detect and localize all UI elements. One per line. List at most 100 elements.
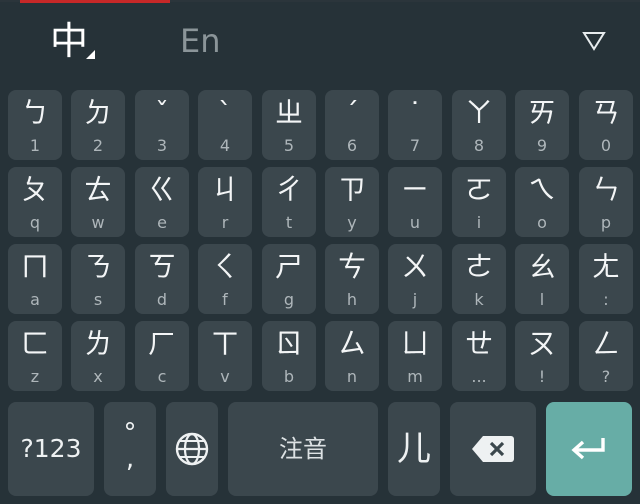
symbols-key[interactable]: ?123 [8,402,94,496]
zhuyin-key[interactable]: ㄎd [135,244,189,314]
zhuyin-key[interactable]: ㄤ: [579,244,633,314]
zhuyin-key[interactable]: ㄟo [515,167,569,237]
zhuyin-key[interactable]: ㄕg [262,244,316,314]
zhuyin-key[interactable]: ㄍe [135,167,189,237]
zhuyin-key[interactable]: ㄝ... [452,321,506,391]
key-main-label: ㄘ [337,250,366,283]
zhuyin-key[interactable]: ㄨj [388,244,442,314]
key-sub-label: x [93,367,103,386]
key-sub-label: p [600,213,612,232]
key-sub-label: l [539,290,545,309]
zhuyin-key[interactable]: ㄗy [325,167,379,237]
zhuyin-key[interactable]: ㄩm [388,321,442,391]
zhuyin-key[interactable]: ㄆq [8,167,62,237]
zhuyin-key[interactable]: ㄉ2 [71,90,125,160]
zhuyin-key[interactable]: ㄢ0 [579,90,633,160]
zhuyin-key[interactable]: ㄏc [135,321,189,391]
key-main-label: ㄠ [527,250,556,283]
key-main-label: ㄢ [591,96,620,129]
zhuyin-key[interactable]: ˊ6 [325,90,379,160]
zhuyin-key[interactable]: ㄅ1 [8,90,62,160]
key-main-label: ㄜ [464,250,493,283]
key-sub-label: 3 [156,136,168,155]
zhuyin-key[interactable]: ㄈz [8,321,62,391]
zhuyin-key[interactable]: ㄐr [198,167,252,237]
zhuyin-key[interactable]: ㄡ! [515,321,569,391]
zhuyin-key[interactable]: ˋ4 [198,90,252,160]
key-sub-label: ! [538,367,546,386]
zhuyin-key[interactable]: ㄛi [452,167,506,237]
key-main-label: ㄇ [20,250,49,283]
key-main-label: ㄞ [527,96,556,129]
key-sub-label: q [29,213,41,232]
key-sub-label: 4 [219,136,231,155]
zhuyin-key[interactable]: ㄥ? [579,321,633,391]
backspace-icon [472,436,514,462]
zhuyin-key[interactable]: ㄜk [452,244,506,314]
er-key[interactable]: 儿 [388,402,440,496]
key-main-label: ㄎ [147,250,176,283]
key-sub-label: u [409,213,421,232]
space-key-label: 注音 [279,435,327,463]
backspace-key[interactable] [450,402,536,496]
zhuyin-key[interactable]: ˙ 7 [388,90,442,160]
zhuyin-key[interactable]: ㄑf [198,244,252,314]
key-sub-label: ? [601,367,611,386]
key-sub-label: v [220,367,230,386]
key-main-label: ㄌ [83,327,112,360]
enter-key[interactable] [546,402,632,496]
key-main-label: ㄕ [274,250,303,283]
key-main-label: ㄖ [274,327,303,360]
key-main-label: ㄧ [400,173,429,206]
punctuation-bottom-label: , [125,444,135,474]
key-main-label: ㄣ [591,173,620,206]
key-main-label: ㄒ [210,327,239,360]
hide-keyboard-icon[interactable] [582,30,606,52]
zhuyin-key[interactable]: ㄣp [579,167,633,237]
keyboard-toolbar: 中 En [0,0,640,86]
zhuyin-key[interactable]: ㄙn [325,321,379,391]
zhuyin-key[interactable]: ㄞ9 [515,90,569,160]
zhuyin-key[interactable]: ㄧu [388,167,442,237]
key-sub-label: a [30,290,40,309]
key-sub-label: e [157,213,167,232]
space-key[interactable]: 注音 [228,402,378,496]
key-sub-label: m [407,367,423,386]
chinese-mode-label: 中 [50,19,89,63]
key-sub-label: t [285,213,293,232]
key-sub-label: y [347,213,357,232]
key-sub-label: 9 [536,136,548,155]
punctuation-key[interactable]: ° , [104,402,156,496]
zhuyin-key[interactable]: ㄖb [262,321,316,391]
zhuyin-key[interactable]: ㄌx [71,321,125,391]
zhuyin-key[interactable]: ㄊw [71,167,125,237]
key-sub-label: ... [471,367,487,386]
language-key[interactable] [166,402,218,496]
zhuyin-key[interactable]: ㄇa [8,244,62,314]
key-main-label: ˋ [218,96,232,129]
key-sub-label: f [222,290,228,309]
key-main-label: ㄆ [20,173,49,206]
zhuyin-key[interactable]: ㄠl [515,244,569,314]
zhuyin-key[interactable]: ㄔt [262,167,316,237]
key-sub-label: : [603,290,609,309]
chinese-mode-button[interactable]: 中 [50,16,100,66]
zhuyin-key[interactable]: ㄒv [198,321,252,391]
english-mode-button[interactable]: En [180,20,221,62]
key-main-label: ㄓ [274,96,303,129]
zhuyin-key[interactable]: ㄚ8 [452,90,506,160]
er-key-label: 儿 [397,429,431,469]
key-main-label: ㄑ [210,250,239,283]
zhuyin-key[interactable]: ㄓ5 [262,90,316,160]
key-sub-label: 6 [346,136,358,155]
key-main-label: ㄈ [20,327,49,360]
zhuyin-key[interactable]: ㄋs [71,244,125,314]
key-main-label: ㄏ [147,327,176,360]
key-sub-label: 7 [409,136,421,155]
zhuyin-key[interactable]: ㄘh [325,244,379,314]
key-main-label: ㄟ [527,173,556,206]
globe-icon [175,432,209,466]
key-main-label: ㄊ [83,173,112,206]
key-main-label: ㄝ [464,327,493,360]
zhuyin-key[interactable]: ˇ3 [135,90,189,160]
